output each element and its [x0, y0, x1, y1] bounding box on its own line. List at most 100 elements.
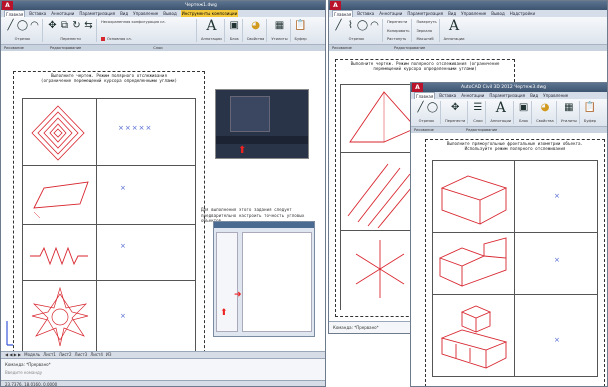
application-menu-button[interactable]: A [2, 1, 13, 10]
draw-group: ╱ ⌇ ◯ ◠ Отрезок [331, 19, 383, 42]
window-title: Чертеж1.dwg [185, 3, 217, 8]
layers-icon[interactable]: ☰ [472, 102, 483, 113]
block-label: Блок [519, 119, 529, 123]
tab-annotate[interactable]: Аннотации [460, 92, 485, 99]
grid-line [195, 98, 196, 352]
rotate-label[interactable]: Повернуть [416, 20, 436, 24]
tab-addins[interactable]: Надстройки [509, 10, 536, 17]
utilities-icon[interactable]: ▦ [274, 20, 285, 31]
crosses-marks: ××××× [118, 124, 153, 132]
ribbon-tabs: Главная Вставка Аннотации Параметризация… [411, 92, 607, 99]
utilities-label: Утилиты [271, 37, 288, 41]
tab-view[interactable]: Вид [529, 92, 539, 99]
grid-line [22, 98, 196, 99]
command-input[interactable]: Введите команду [5, 370, 42, 375]
line-icon[interactable]: ╱ [415, 102, 426, 113]
tab-layout-tools[interactable]: Инструменты композиции [180, 10, 239, 17]
stretch-label[interactable]: Растянуть [387, 37, 406, 41]
annotation-label: Аннотации [443, 37, 465, 41]
polyline-icon[interactable]: ⌇ [345, 20, 356, 31]
utilities-label: Утилиты [560, 119, 577, 123]
tab-output[interactable]: Вывод [490, 10, 505, 17]
task-sheet: Выполните чертеж. Режим полярного отслеж… [13, 71, 205, 373]
application-menu-button[interactable]: A [330, 1, 341, 10]
properties-icon[interactable]: ◕ [250, 20, 261, 31]
copy-icon[interactable]: ⧉ [59, 20, 70, 31]
tab-parametric[interactable]: Параметризация [488, 92, 526, 99]
arc-icon[interactable]: ◠ [369, 20, 380, 31]
drawing-spiral-diamond [31, 105, 85, 161]
utilities-icon[interactable]: ▦ [563, 102, 574, 113]
mirror-icon[interactable]: ⇆ [83, 20, 94, 31]
line-icon[interactable]: ╱ [333, 20, 344, 31]
properties-label: Свойства [536, 119, 554, 123]
grid-line [432, 294, 598, 295]
move-icon[interactable]: ✥ [47, 20, 58, 31]
tab-insert[interactable]: Вставка [28, 10, 47, 17]
circle-icon[interactable]: ◯ [17, 20, 28, 31]
copy-label[interactable]: Копировать [387, 29, 409, 33]
ribbon: ╱ ◯ ◠ Отрезок ✥ ⧉ ↻ ⇆ Перенести Несохран… [1, 17, 325, 45]
text-icon[interactable]: A [495, 101, 506, 115]
tab-output[interactable]: Вывод [162, 10, 177, 17]
drawing-canvas[interactable]: Выполните чертеж. Режим полярного отслеж… [1, 51, 325, 373]
tab-home[interactable]: Главная [4, 10, 26, 17]
clipboard-group: 📋 Буфер [582, 101, 598, 124]
grid-line [597, 160, 598, 376]
move-icon[interactable]: ✥ [450, 102, 461, 113]
coordinates: 23.7376, 18.0160, 0.0000 [5, 382, 58, 387]
tab-view[interactable]: Вид [447, 10, 457, 17]
block-icon[interactable]: ▣ [518, 102, 529, 113]
arc-icon[interactable]: ◠ [29, 20, 40, 31]
tab-parametric[interactable]: Параметризация [406, 10, 444, 17]
text-icon[interactable]: A [206, 19, 217, 33]
properties-icon[interactable]: ◕ [539, 102, 550, 113]
status-bar: 23.7376, 18.0160, 0.0000 [1, 380, 325, 387]
tab-manage[interactable]: Управление [460, 10, 487, 17]
circle-icon[interactable]: ◯ [427, 102, 438, 113]
grid-line [22, 224, 196, 225]
tab-manage[interactable]: Управление [132, 10, 159, 17]
layers-label: Слои [473, 119, 483, 123]
help-image-statusbar [216, 136, 308, 144]
line-icon[interactable]: ╱ [5, 20, 16, 31]
rotate-icon[interactable]: ↻ [71, 20, 82, 31]
line-label: Отрезок [14, 37, 31, 41]
tab-home[interactable]: Главная [332, 10, 354, 17]
grid-line [22, 280, 196, 281]
tab-insert[interactable]: Вставка [356, 10, 375, 17]
ribbon-tabs: Главная Вставка Аннотации Параметризация… [329, 10, 607, 17]
layout-tabs-bar: ◀ ◀ ▶ ▶ Модель Лист1 Лист2 Лист3 Лист4 И… [1, 351, 325, 358]
drawing-canvas[interactable]: Выполните прямоугольные фронтальные изом… [411, 133, 607, 386]
autocad-window-1: Чертеж1.dwg A Главная Вставка Аннотации … [0, 0, 326, 387]
draw-group: ╱ ◯ ◠ Отрезок [3, 19, 43, 42]
clipboard-icon[interactable]: 📋 [294, 20, 306, 31]
tab-manage[interactable]: Управление [542, 92, 569, 99]
drawing-iso-box [440, 175, 508, 225]
scale-label[interactable]: Масштаб [416, 37, 433, 41]
title-bar: AutoCAD Civil 3D 2012 Чертеж3.dwg [411, 83, 607, 92]
title-bar [329, 1, 607, 10]
tab-view[interactable]: Вид [119, 10, 129, 17]
circle-icon[interactable]: ◯ [357, 20, 368, 31]
block-icon[interactable]: ▣ [229, 20, 240, 31]
tab-annotate[interactable]: Аннотации [50, 10, 75, 17]
drawing-star [31, 286, 89, 347]
help-image-menu [230, 96, 270, 132]
command-window[interactable]: Команда: *Прервано* Введите команду [1, 358, 325, 380]
annotation-label: Аннотации [201, 37, 222, 41]
application-menu-button[interactable]: A [412, 83, 423, 92]
tab-parametric[interactable]: Параметризация [78, 10, 116, 17]
cross-mark: × [120, 184, 126, 192]
tab-annotate[interactable]: Аннотации [378, 10, 403, 17]
tab-home[interactable]: Главная [414, 92, 436, 99]
layer-config[interactable]: Несохраненная конфигурация сл. [101, 20, 166, 24]
mirror-label[interactable]: Зеркало [416, 29, 432, 33]
layer-state[interactable]: Основная сл. [101, 37, 132, 41]
text-icon[interactable]: A [449, 19, 460, 33]
clipboard-icon[interactable]: 📋 [584, 102, 596, 113]
move-label[interactable]: Перенести [387, 20, 407, 24]
line-label: Отрезок [348, 37, 365, 41]
clipboard-label: Буфер [294, 37, 307, 41]
tab-insert[interactable]: Вставка [438, 92, 457, 99]
